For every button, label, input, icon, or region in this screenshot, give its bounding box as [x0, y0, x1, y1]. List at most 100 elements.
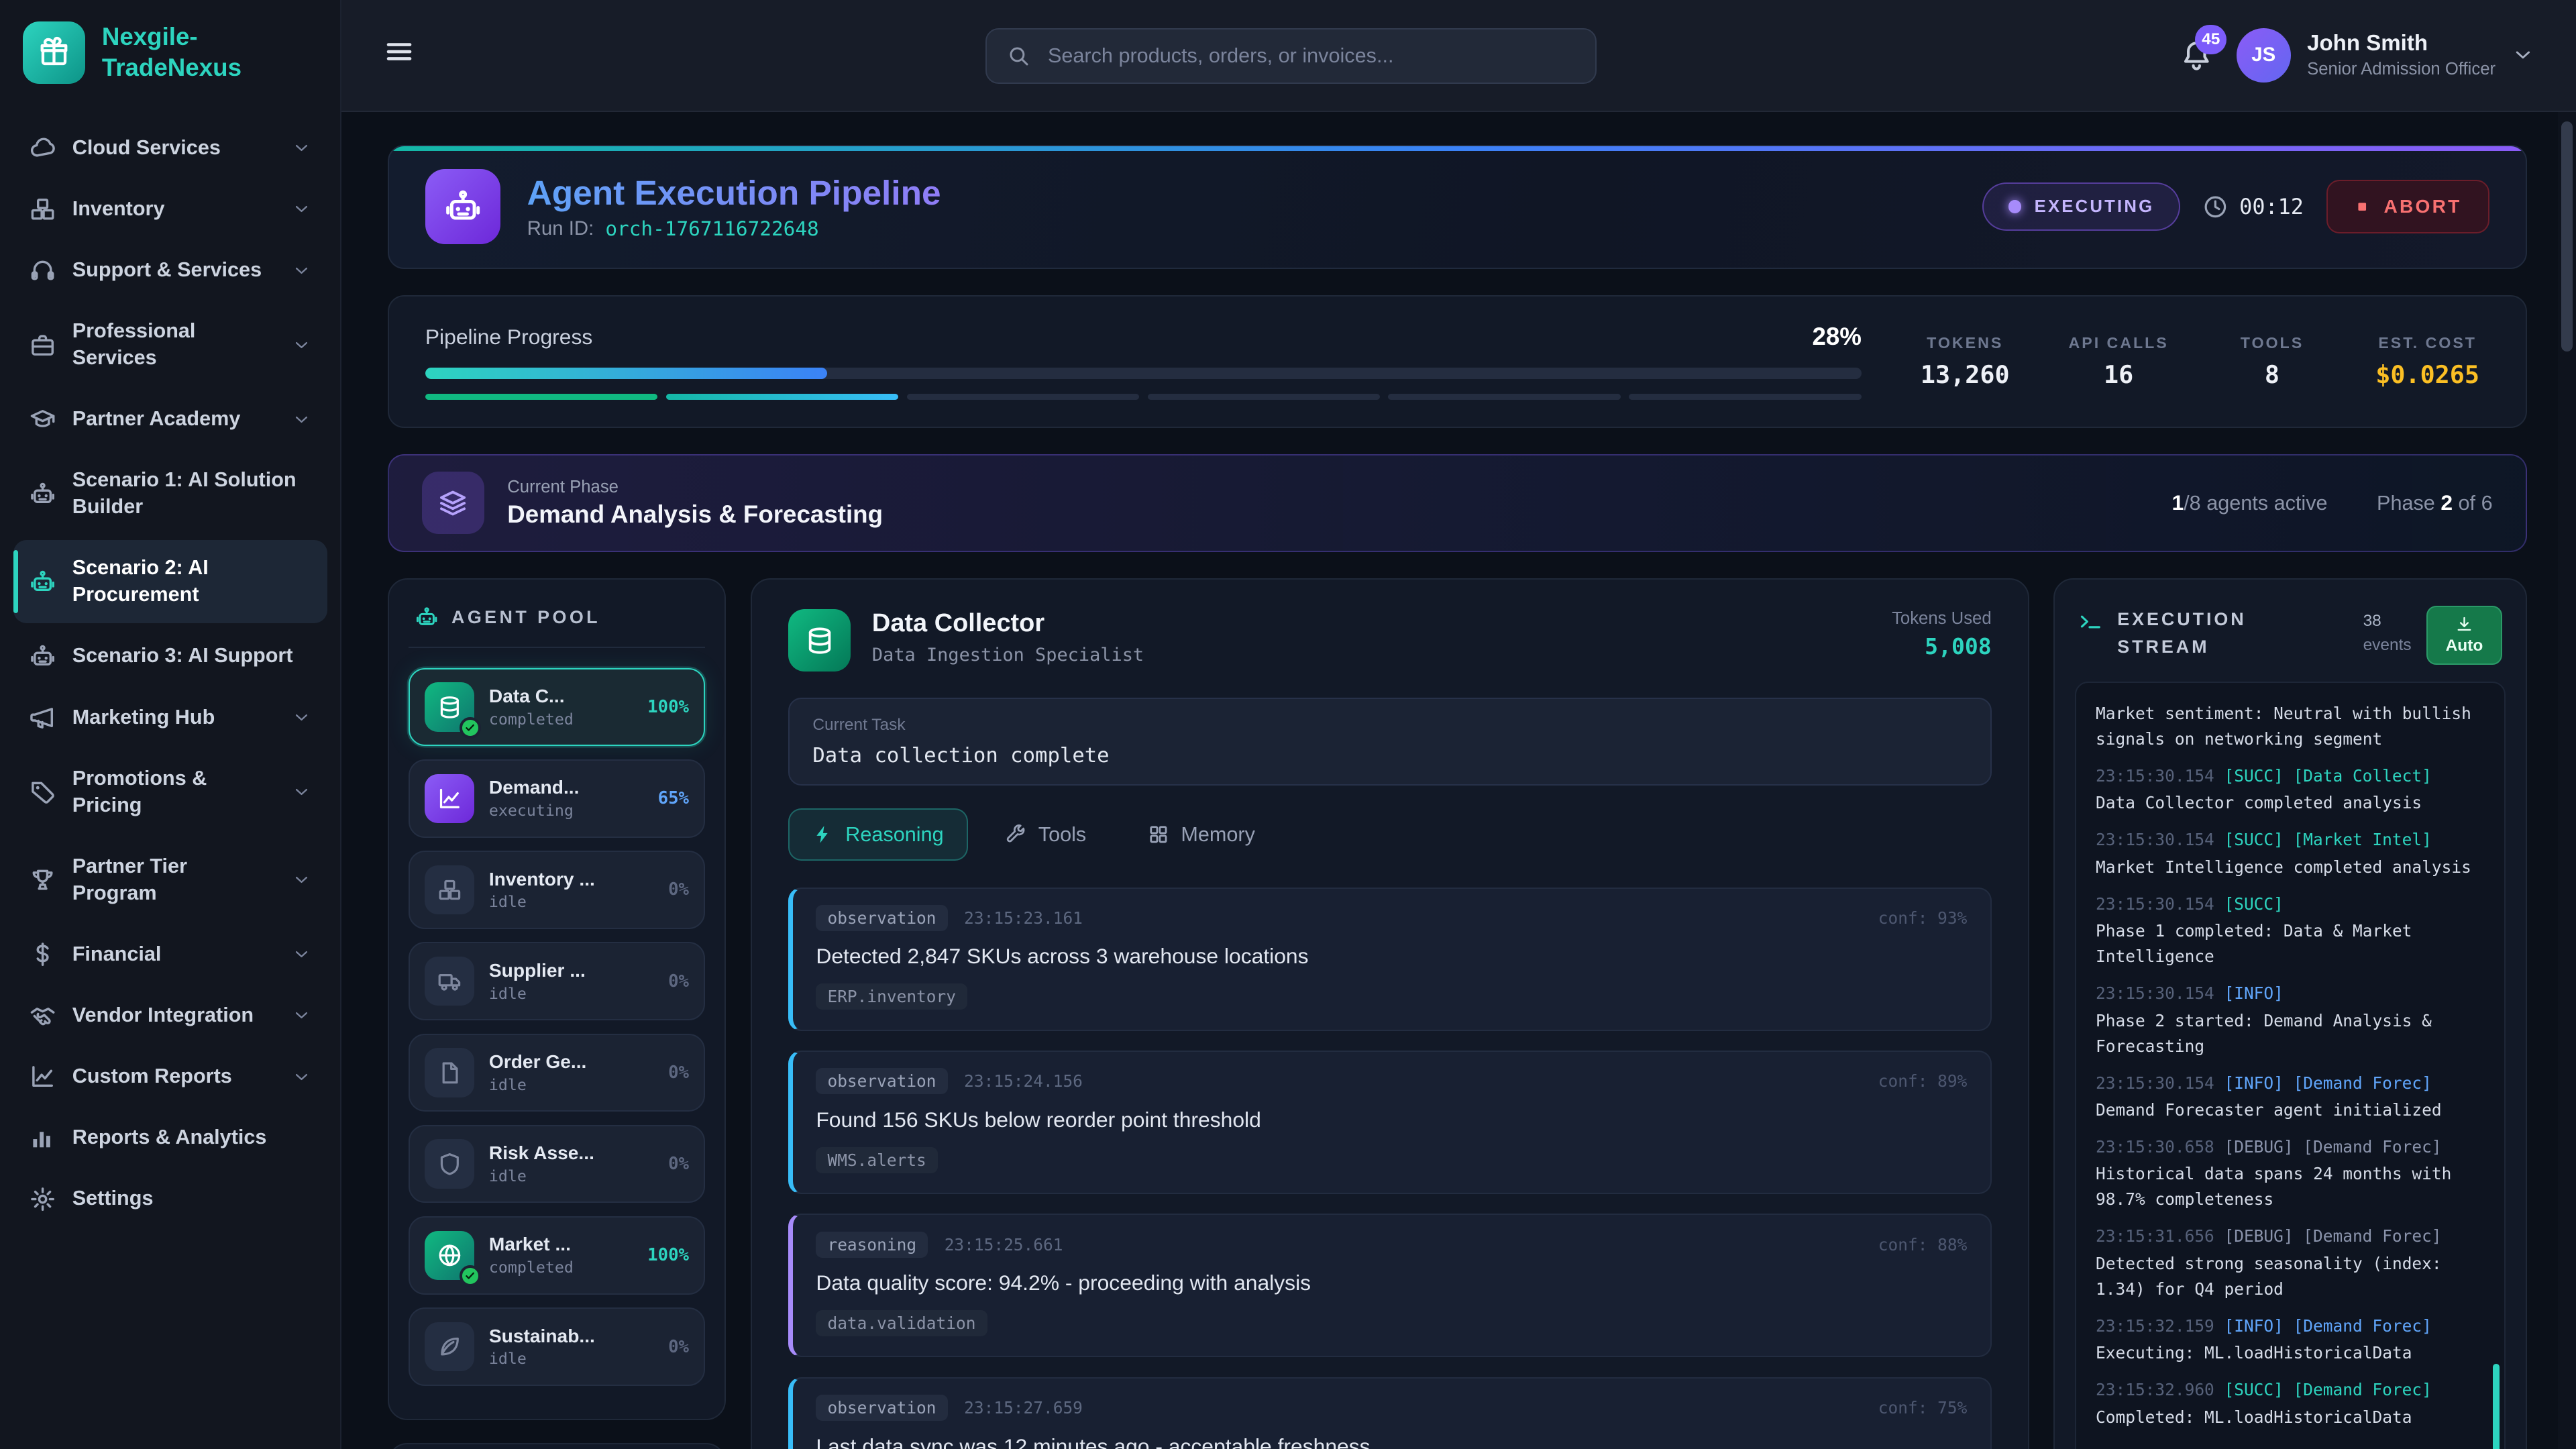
stream-event: 23:15:32.960 [SUCC] [Demand Forec] Compl…: [2096, 1377, 2481, 1430]
agent-pool-item[interactable]: Order Ge... idle 0%: [409, 1034, 705, 1112]
sidebar-item[interactable]: Scenario 1: AI Solution Builder: [13, 452, 327, 535]
stream-event: 23:15:32.159 [INFO] [Demand Forec] Execu…: [2096, 1313, 2481, 1366]
arrow-down-icon: [2455, 615, 2473, 633]
execution-stream-log[interactable]: Market sentiment: Neutral with bullish s…: [2075, 682, 2506, 1449]
tab[interactable]: Memory: [1124, 808, 1279, 861]
sidebar-item[interactable]: Support & Services: [13, 242, 327, 299]
sidebar-item[interactable]: Scenario 3: AI Support: [13, 628, 327, 684]
progress-fill: [425, 368, 828, 379]
event-message: Market sentiment: Neutral with bullish s…: [2096, 701, 2481, 752]
sidebar-item-label: Scenario 2: AI Procurement: [72, 555, 311, 608]
agent-pool-item[interactable]: Risk Asse... idle 0%: [409, 1125, 705, 1203]
sidebar-item[interactable]: Promotions & Pricing: [13, 751, 327, 834]
brand-logo: [23, 21, 85, 84]
chevron-down-icon: [292, 411, 311, 429]
user-meta: John Smith Senior Admission Officer: [2307, 31, 2496, 79]
pipeline-header: Agent Execution Pipeline Run ID: orch-17…: [388, 145, 2527, 269]
agent-detail-name: Data Collector: [872, 609, 1144, 638]
phase-segment: [1388, 394, 1621, 400]
chevron-down-icon: [292, 783, 311, 801]
reasoning-entries: observation 23:15:23.161 conf: 93% Detec…: [788, 888, 1992, 1449]
event-message: Phase 1 completed: Data & Market Intelli…: [2096, 918, 2481, 969]
stat-label: TOKENS: [1917, 334, 2012, 352]
sidebar-item[interactable]: Professional Services: [13, 303, 327, 386]
event-message: Data Collector completed analysis: [2096, 790, 2481, 816]
sidebar-item[interactable]: Settings: [13, 1171, 327, 1227]
sidebar-item[interactable]: Cloud Services: [13, 120, 327, 176]
agent-status: idle: [489, 1076, 587, 1094]
agent-percent: 0%: [668, 1154, 689, 1174]
sidebar-item[interactable]: Vendor Integration: [13, 987, 327, 1044]
sidebar-item[interactable]: Scenario 2: AI Procurement: [13, 540, 327, 623]
tokens-used: Tokens Used 5,008: [1892, 609, 1992, 659]
entry-timestamp: 23:15:23.161: [964, 908, 1083, 928]
grid-icon: [1148, 824, 1169, 845]
auto-scroll-button[interactable]: Auto: [2426, 606, 2503, 665]
scrollbar-thumb[interactable]: [2561, 121, 2573, 352]
chevron-down-icon: [292, 708, 311, 727]
agent-name: Risk Asse...: [489, 1142, 594, 1164]
tag-icon: [30, 779, 56, 805]
app: Nexgile-TradeNexus Cloud Services Invent…: [0, 0, 2576, 1449]
agent-pool-item[interactable]: Demand... executing 65%: [409, 759, 705, 838]
menu-button[interactable]: [384, 37, 414, 74]
sidebar-item[interactable]: Partner Tier Program: [13, 839, 327, 922]
gift-icon: [38, 36, 70, 69]
abort-button[interactable]: ABORT: [2326, 180, 2489, 233]
tab-label: Tools: [1038, 823, 1086, 847]
sidebar-item[interactable]: Reports & Analytics: [13, 1110, 327, 1166]
event-timestamp: 23:15:30.658: [2096, 1134, 2214, 1160]
agent-icon-box: [425, 957, 474, 1006]
sidebar-item[interactable]: Custom Reports: [13, 1049, 327, 1105]
chevron-down-icon: [292, 262, 311, 280]
sidebar-item[interactable]: Partner Academy: [13, 391, 327, 447]
window-scrollbar[interactable]: [2558, 112, 2576, 1449]
current-phase-banner: Current Phase Demand Analysis & Forecast…: [388, 454, 2527, 552]
run-id-value: orch-1767116722648: [605, 217, 818, 240]
search-input[interactable]: [1044, 42, 1576, 69]
tab[interactable]: Tools: [981, 808, 1111, 861]
progress-percent: 28%: [1812, 323, 1862, 351]
robot-icon: [30, 569, 56, 595]
tab[interactable]: Reasoning: [788, 808, 968, 861]
event-level: [INFO]: [2224, 1071, 2283, 1096]
agent-status: completed: [489, 1258, 574, 1277]
user-menu[interactable]: JS John Smith Senior Admission Officer: [2237, 28, 2534, 83]
pipeline-titles: Agent Execution Pipeline Run ID: orch-17…: [527, 173, 941, 240]
event-level: [SUCC]: [2224, 892, 2283, 917]
hamburger-icon: [384, 37, 414, 66]
brand-name: Nexgile-TradeNexus: [102, 21, 299, 83]
agent-name: Sustainab...: [489, 1326, 595, 1347]
cloud-icon: [30, 135, 56, 161]
sidebar-item[interactable]: Financial: [13, 926, 327, 983]
entry-tag: WMS.alerts: [816, 1147, 938, 1173]
agent-pool-item[interactable]: Data C... completed 100%: [409, 668, 705, 747]
agent-icon-box: [425, 1231, 474, 1280]
agent-icon-box: [425, 1048, 474, 1097]
sidebar-item-label: Scenario 3: AI Support: [72, 643, 293, 669]
progress-bar: [425, 368, 1862, 379]
brand[interactable]: Nexgile-TradeNexus: [0, 0, 340, 105]
notifications-button[interactable]: 45: [2181, 40, 2212, 71]
sidebar-item[interactable]: Marketing Hub: [13, 690, 327, 746]
agent-pool-item[interactable]: Sustainab... idle 0%: [409, 1307, 705, 1386]
phase-counter: Phase 2 of 6: [2377, 490, 2493, 515]
entry-type: observation: [816, 1068, 947, 1094]
globe-icon: [437, 1243, 462, 1268]
agent-pool-item[interactable]: Inventory ... idle 0%: [409, 851, 705, 929]
entry-text: Detected 2,847 SKUs across 3 warehouse l…: [816, 944, 1967, 969]
shield-icon: [437, 1152, 462, 1177]
chevron-down-icon: [292, 139, 311, 157]
chevron-down-icon: [292, 945, 311, 963]
event-agent-tag: [Demand Forec]: [2294, 1313, 2432, 1339]
sidebar-item[interactable]: Inventory: [13, 181, 327, 237]
stat: API CALLS 16: [2069, 334, 2169, 389]
stream-event: 23:15:30.154 [INFO] [Demand Forec] Deman…: [2096, 1071, 2481, 1123]
agent-pool-item[interactable]: Market ... completed 100%: [409, 1216, 705, 1295]
current-task-value: Data collection complete: [812, 744, 1967, 767]
current-phase-name: Demand Analysis & Forecasting: [507, 500, 883, 529]
agent-pool-item[interactable]: Supplier ... idle 0%: [409, 942, 705, 1020]
pipeline-icon-box: [425, 169, 501, 245]
truck-icon: [437, 969, 462, 994]
boxes-icon: [437, 877, 462, 902]
